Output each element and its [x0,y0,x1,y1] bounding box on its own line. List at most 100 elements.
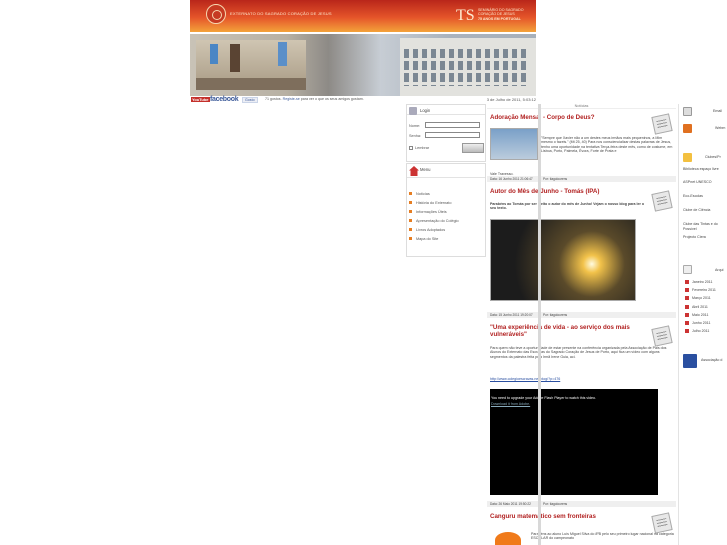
email-link[interactable]: Email [713,109,722,113]
article-title[interactable]: Adoração Mensal - Corpo de Deus? [490,114,650,121]
page: EXTERNATO DO SAGRADO CORAÇÃO DE JESUS TS… [0,0,727,545]
name-input[interactable] [425,122,480,128]
video-download-link[interactable]: Download it from Adobe. [491,402,571,406]
register-link[interactable]: Registe-se [283,97,300,101]
menu-box: Menu Notícias História do Externato Info… [406,163,486,257]
key-icon [409,107,417,115]
like-button[interactable]: Gosto [242,97,258,103]
article: Autor do Mês de Junho - Tomás (IPA) Para… [487,186,676,318]
login-header: Login [407,105,485,115]
article-author: Por: tiagolourens [543,177,568,181]
right-sidebar: Email Webm Clubes/Pr Biblioteca espaço l… [678,104,727,545]
password-input[interactable] [425,132,480,138]
menu-list: Notícias História do Externato Informaçõ… [409,192,459,246]
seminary-line: 75 ANOS EM PORTUGAL [478,16,521,21]
article-title[interactable]: Canguru matemático sem fronteiras [490,513,650,520]
sidebar-link[interactable]: Projecto Ciera [683,235,706,239]
news-section-title: Notícias [487,104,676,109]
stained-window [210,44,218,64]
seminary-name: SEMINÁRIO DO SAGRADO CORAÇÃO DE JESUS 75… [478,8,538,21]
article-text: Parabéns ao aluno Luís Miguel Silva do 8… [531,532,674,541]
email-icon[interactable] [683,107,692,116]
column-divider [538,104,541,545]
facebook-icon[interactable]: facebook [210,96,239,103]
article-meta: Data: 15 Junho 2011 19:20:07 Por: tiagol… [487,312,676,318]
remember-checkbox[interactable] [409,146,413,150]
webmail-link[interactable]: Webm [715,126,725,130]
menu-item-historia[interactable]: História do Externato [409,201,459,210]
header-banner-image [190,34,536,96]
news-column: Notícias Adoração Mensal - Corpo de Deus… [487,104,676,545]
menu-item-informacoes[interactable]: Informações Úteis [409,210,459,219]
archive-item[interactable]: Maio 2011 [685,313,709,317]
menu-title: Menu [420,167,431,172]
seminary-logo: TS [456,7,475,24]
login-box: Login Nome: Senha: Lembrar [406,104,486,162]
article-title[interactable]: "Uma experiência de vida - ao serviço do… [490,324,650,338]
newspaper-icon [651,190,673,212]
sidebar-link[interactable]: Clube de Ciência [683,208,710,212]
menu-item-livros[interactable]: Livros Adoptados [409,228,459,237]
archive-item[interactable]: Janeiro 2011 [685,280,713,284]
name-label: Nome: [409,124,421,128]
sidebar-link[interactable]: Clube das Tintas e do Possível [683,222,727,231]
remember-label: Lembrar [415,146,430,150]
altar [230,44,240,72]
menu-item-mapa[interactable]: Mapa do Site [409,237,459,246]
article: Canguru matemático sem fronteiras Parabé… [487,510,676,545]
school-seal-logo[interactable] [206,4,226,24]
sidebar-link[interactable]: Eco-Escolas [683,194,703,198]
likes-text: 71 gostos. Registe-se para ver o que os … [265,97,364,101]
clubs-title: Clubes/Pr [705,155,721,159]
article-image[interactable] [490,219,636,301]
likes-description: para ver o que os seus amigos gostam. [300,97,364,101]
login-button[interactable] [462,143,484,153]
article-meta: Data: 16 Junho 2011 21:06:47 Por: tiagol… [487,176,676,182]
youtube-icon[interactable]: YouTube [191,97,210,102]
newspaper-icon [651,113,673,135]
article-image[interactable] [495,532,521,545]
stained-window [278,42,287,66]
archive-icon [683,265,692,274]
video-player[interactable]: You need to upgrade your Adobe Flash Pla… [490,389,658,495]
folder-icon [683,153,692,162]
current-date: 3 de Julho de 2011, 5:03:12 [486,97,536,102]
chapel-floor [196,78,306,90]
sidebar-link[interactable]: ASPnet UNESCO [683,180,712,184]
menu-item-noticias[interactable]: Notícias [409,192,459,201]
left-margin [0,0,188,545]
article-meta: Data: 26 Maio 2011 19:50:22 Por: tiagolo… [487,501,676,507]
archive-item[interactable]: Março 2011 [685,296,711,300]
sidebar-link[interactable]: Biblioteca espaço livre [683,167,719,171]
article-text: "Sempre que Xavier não a um destes meus … [541,136,673,154]
home-icon [409,166,419,176]
association-logo-icon[interactable] [683,354,697,368]
archive-item[interactable]: Junho 2011 [685,321,711,325]
likes-count: 71 gostos. [265,97,282,101]
association-link[interactable]: Associação d [701,358,722,362]
menu-item-apresentacao[interactable]: Apresentação do Colégio [409,219,459,228]
article-title[interactable]: Autor do Mês de Junho - Tomás (IPA) [490,188,650,195]
article-date: Data: 16 Junho 2011 21:06:47 [490,177,533,181]
article-date: Data: 26 Maio 2011 19:50:22 [490,502,531,506]
archive-title: Arqui [715,268,724,272]
webmail-icon[interactable] [683,124,692,133]
newspaper-icon [651,512,673,534]
article-text: Para quem não teve a oportunidade de est… [490,346,667,359]
building-floors [404,46,530,86]
video-message: You need to upgrade your Adobe Flash Pla… [491,396,596,400]
article-link[interactable]: http://www.colegioescravas.net/blog/?p=4… [490,377,673,381]
article: "Uma experiência de vida - ao serviço do… [487,322,676,504]
article-image[interactable] [490,128,538,160]
article-author: Por: tiagolourens [543,502,568,506]
menu-header: Menu [407,164,485,178]
password-label: Senha: [409,134,422,138]
archive-item[interactable]: Fevereiro 2011 [685,288,716,292]
site-header: EXTERNATO DO SAGRADO CORAÇÃO DE JESUS TS… [190,0,536,32]
login-title: Login [420,108,431,113]
archive-item[interactable]: Abril 2011 [685,305,708,309]
archive-item[interactable]: Julho 2011 [685,329,709,333]
article-text: Parabéns ao Tomás por ser eleito o autor… [490,202,645,211]
newspaper-icon [651,325,673,347]
article-author: Por: tiagolourens [543,313,568,317]
